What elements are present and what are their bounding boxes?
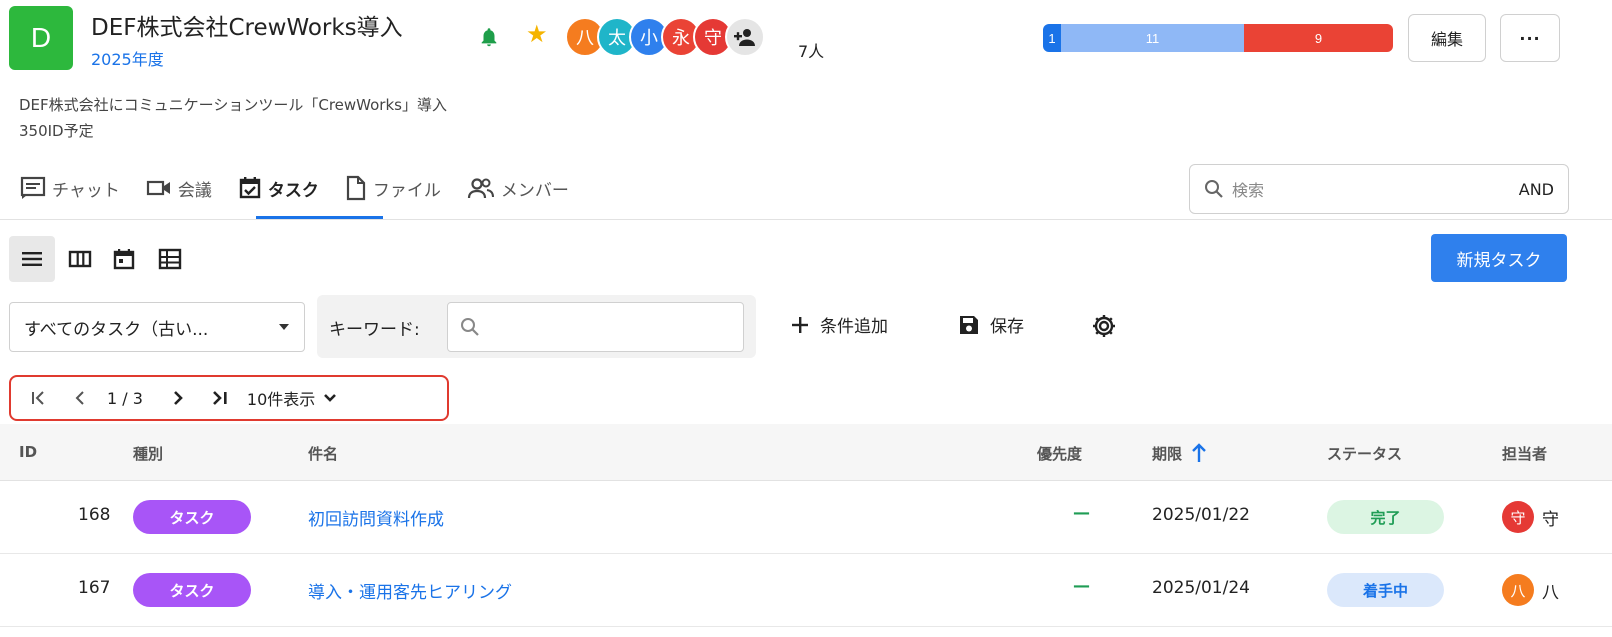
keyword-input[interactable] <box>447 302 744 352</box>
task-status-bar[interactable]: 1 11 9 <box>1043 24 1393 52</box>
table-row[interactable]: 167 タスク 導入・運用客先ヒアリング — 2025/01/24 着手中 八 … <box>0 554 1612 627</box>
list-view-icon[interactable] <box>9 236 55 282</box>
task-id: 168 <box>78 505 111 525</box>
keyword-label: キーワード: <box>329 320 420 340</box>
task-due-date: 2025/01/24 <box>1152 578 1250 598</box>
filter-selected-value: すべてのタスク（古い... <box>24 319 209 340</box>
task-status-badge[interactable]: 着手中 <box>1327 573 1444 607</box>
plus-icon <box>792 316 808 333</box>
column-header-due[interactable]: 期限 <box>1152 443 1207 464</box>
chat-icon <box>20 176 46 199</box>
task-assignee[interactable]: 八 八 <box>1502 574 1559 606</box>
tab-meeting[interactable]: 会議 <box>146 164 212 212</box>
column-header-id[interactable]: ID <box>19 443 37 461</box>
task-priority: — <box>1073 576 1090 596</box>
table-header: ID 種別 件名 優先度 期限 ステータス 担当者 <box>0 424 1612 481</box>
member-avatars[interactable]: 八 太 小 永 守 <box>565 17 765 57</box>
edit-button[interactable]: 編集 <box>1408 14 1486 62</box>
save-filter-label: 保存 <box>990 317 1024 337</box>
tab-file[interactable]: ファイル <box>345 164 441 212</box>
more-button[interactable]: ··· <box>1500 14 1560 62</box>
assignee-name: 八 <box>1542 582 1559 603</box>
column-header-status[interactable]: ステータス <box>1327 443 1402 464</box>
project-title: DEF株式会社CrewWorks導入 <box>91 15 403 41</box>
last-page-icon[interactable] <box>199 390 241 406</box>
task-status-badge[interactable]: 完了 <box>1327 500 1444 534</box>
description-line: 350ID予定 <box>19 122 94 140</box>
tab-divider <box>0 219 1612 220</box>
column-header-priority[interactable]: 優先度 <box>1037 443 1082 464</box>
star-icon[interactable]: ★ <box>526 22 548 46</box>
first-page-icon[interactable] <box>17 390 59 406</box>
column-header-type[interactable]: 種別 <box>133 443 163 464</box>
gear-icon <box>1093 315 1115 337</box>
next-page-icon[interactable] <box>157 390 199 406</box>
search-input[interactable]: 検索 AND <box>1189 164 1569 214</box>
tab-label: チャット <box>52 180 120 201</box>
caret-down-icon <box>279 324 289 330</box>
tab-label: 会議 <box>177 180 212 201</box>
search-icon <box>461 318 479 336</box>
calendar-view-icon[interactable] <box>101 236 147 282</box>
filter-settings-button[interactable] <box>1090 312 1128 340</box>
add-member-icon[interactable] <box>725 17 765 57</box>
video-icon <box>146 180 170 196</box>
tab-chat[interactable]: チャット <box>20 164 120 212</box>
search-mode-toggle[interactable]: AND <box>1519 180 1554 199</box>
avatar: 八 <box>1502 574 1534 606</box>
keyword-filter: キーワード: <box>317 295 756 358</box>
column-header-subject[interactable]: 件名 <box>308 443 338 464</box>
chevron-down-icon <box>324 394 337 402</box>
project-description: DEF株式会社にコミュニケーションツール「CrewWorks」導入 350ID予… <box>19 92 447 144</box>
page-indicator: 1 / 3 <box>107 388 143 408</box>
board-view-icon[interactable] <box>57 236 103 282</box>
calendar-check-icon <box>239 177 261 199</box>
search-placeholder: 検索 <box>1232 181 1265 200</box>
task-id: 167 <box>78 578 111 598</box>
project-logo: D <box>9 6 73 70</box>
table-row[interactable]: 168 タスク 初回訪問資料作成 — 2025/01/22 完了 守 守 <box>0 481 1612 554</box>
sort-ascending-icon <box>1192 443 1207 462</box>
status-segment-second: 11 <box>1061 24 1244 52</box>
avatar: 守 <box>1502 501 1534 533</box>
table-view-icon[interactable] <box>147 236 193 282</box>
task-type-badge: タスク <box>133 500 251 534</box>
assignee-name: 守 <box>1542 509 1559 530</box>
page-size-label: 10件表示 <box>246 390 316 409</box>
task-due-date: 2025/01/22 <box>1152 505 1250 525</box>
status-segment-first: 1 <box>1043 24 1061 52</box>
new-task-button[interactable]: 新規タスク <box>1431 234 1567 282</box>
column-header-assignee[interactable]: 担当者 <box>1502 443 1547 464</box>
pagination: 1 / 3 10件表示 <box>9 375 449 421</box>
member-count: 7人 <box>798 42 825 61</box>
task-assignee[interactable]: 守 守 <box>1502 501 1559 533</box>
tab-label: メンバー <box>500 180 569 201</box>
tab-label: タスク <box>267 180 319 201</box>
task-filter-select[interactable]: すべてのタスク（古い... <box>9 302 305 352</box>
save-icon <box>960 315 978 334</box>
due-header-label: 期限 <box>1152 445 1183 463</box>
tab-task[interactable]: タスク <box>238 164 319 212</box>
prev-page-icon[interactable] <box>59 390 101 406</box>
task-subject-link[interactable]: 初回訪問資料作成 <box>308 505 444 530</box>
task-type-badge: タスク <box>133 573 251 607</box>
description-line: DEF株式会社にコミュニケーションツール「CrewWorks」導入 <box>19 96 447 114</box>
project-year[interactable]: 2025年度 <box>91 46 164 70</box>
file-icon <box>346 175 365 201</box>
search-icon <box>1205 180 1223 198</box>
task-subject-link[interactable]: 導入・運用客先ヒアリング <box>308 578 512 603</box>
tab-members[interactable]: メンバー <box>467 164 569 212</box>
project-tabs: チャット 会議 タスク ファイル メンバー <box>20 164 595 220</box>
task-priority: — <box>1073 503 1090 523</box>
tab-label: ファイル <box>372 180 441 201</box>
add-condition-button[interactable]: 条件追加 <box>790 312 888 337</box>
add-condition-label: 条件追加 <box>820 317 888 337</box>
save-filter-button[interactable]: 保存 <box>958 312 1024 337</box>
people-icon <box>467 178 494 199</box>
page-size-select[interactable]: 10件表示 <box>247 386 337 410</box>
bell-icon[interactable] <box>478 26 500 48</box>
status-segment-third: 9 <box>1244 24 1393 52</box>
